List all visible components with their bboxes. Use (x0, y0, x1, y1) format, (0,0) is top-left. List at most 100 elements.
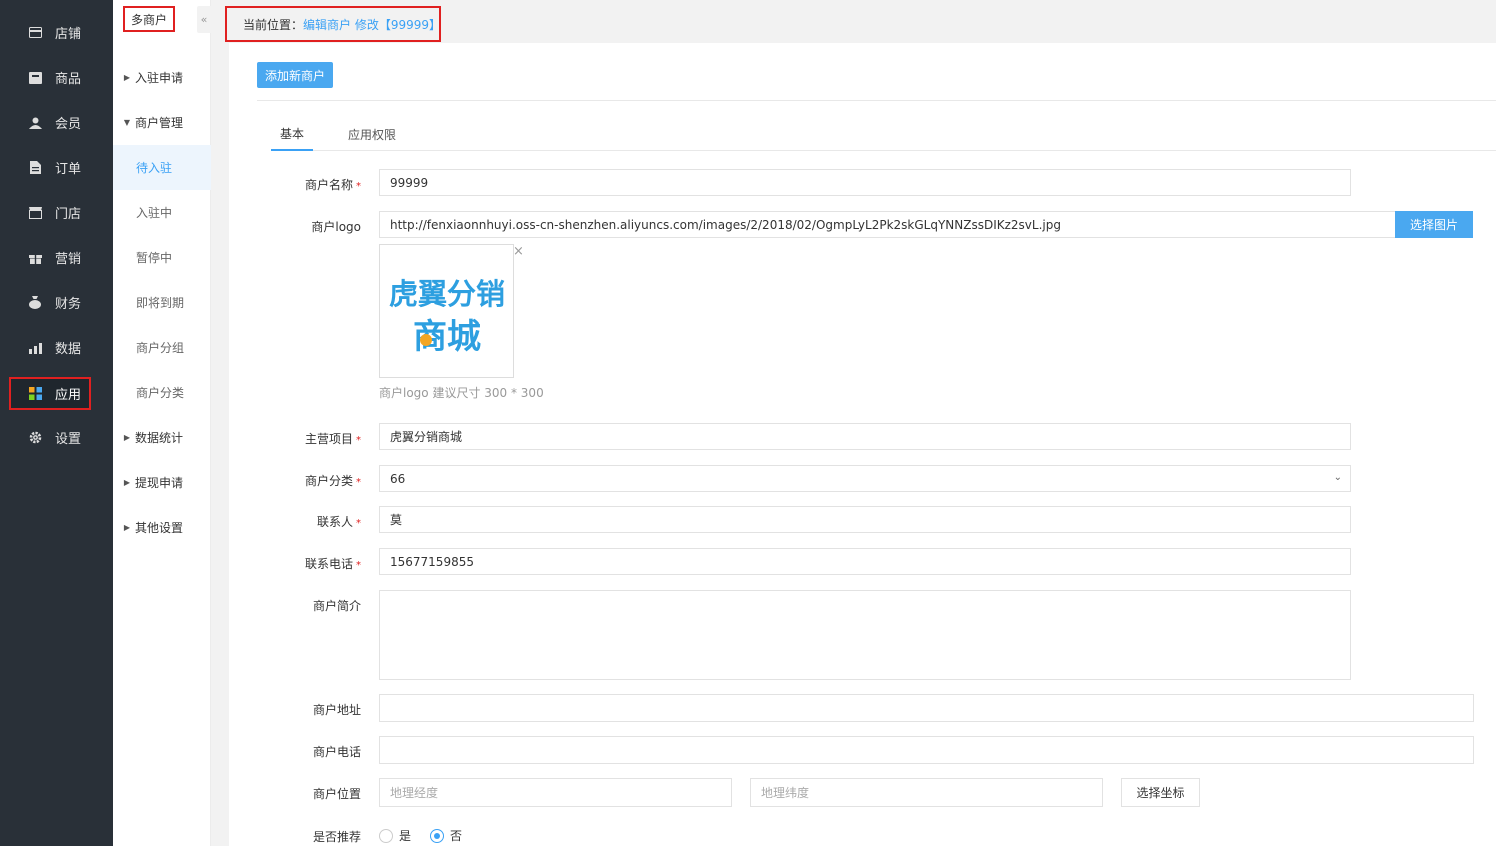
remove-logo-icon[interactable]: × (513, 244, 524, 259)
goods-icon (28, 71, 42, 85)
sidebar-item-label: 店铺 (55, 27, 82, 42)
category-selected-value: 66 (390, 471, 406, 486)
address-label: 商户地址 (312, 703, 361, 717)
sidebar-item-label: 营销 (55, 252, 82, 267)
shop-icon (28, 206, 42, 220)
sidebar-item-goods[interactable]: 商品 (0, 55, 113, 100)
main-business-label: 主营项目 * (229, 430, 361, 447)
contact-input[interactable]: 莫 (379, 506, 1351, 533)
contact-label: 联系人 * (229, 513, 361, 530)
money-bag-icon (28, 296, 42, 310)
radio-label: 否 (450, 829, 463, 843)
apps-grid-icon (28, 387, 42, 401)
sidebar-item-finance[interactable]: 财务 (0, 280, 113, 325)
sidebar-item-label: 设置 (55, 432, 82, 447)
address-input[interactable] (379, 694, 1474, 722)
main-sidebar: 店铺 商品 会员 订单 门店 营销 财务 数据 应用 设置 (0, 0, 113, 846)
main-business-label-text: 主营项目 (304, 432, 353, 446)
order-icon (28, 161, 42, 175)
required-mark: * (356, 477, 361, 488)
required-mark: * (356, 560, 361, 571)
submenu-item-label: 商户管理 (135, 116, 184, 130)
submenu-item-label: 入驻申请 (135, 71, 184, 85)
intro-textarea[interactable] (379, 590, 1351, 680)
merchant-name-input[interactable]: 99999 (379, 169, 1351, 196)
submenu-item-label: 提现申请 (135, 476, 184, 490)
location-label: 商户位置 (312, 787, 361, 801)
member-icon (28, 116, 42, 130)
tab-basic[interactable]: 基本 (271, 118, 313, 151)
submenu-item-label: 商户分组 (136, 341, 185, 355)
logo-text-line1: 虎翼分销 (388, 277, 504, 311)
sidebar-item-label: 订单 (55, 162, 82, 177)
submenu-item-label: 暂停中 (136, 251, 173, 265)
category-label: 商户分类 * (229, 472, 361, 489)
submenu-item-label: 其他设置 (135, 521, 184, 535)
recommend-yes-radio[interactable]: 是 (379, 827, 411, 844)
phone-input[interactable]: 15677159855 (379, 548, 1351, 575)
submenu-item-in-progress[interactable]: 入驻中 (113, 190, 211, 235)
caret-right-icon: ▶ (123, 523, 130, 532)
required-mark: * (356, 518, 361, 529)
bar-chart-icon (28, 341, 42, 355)
store-icon (28, 26, 42, 40)
longitude-input[interactable]: 地理经度 (379, 778, 732, 807)
submenu-item-other-settings[interactable]: ▶ 其他设置 (113, 505, 211, 550)
radio-circle-selected (430, 828, 444, 843)
submenu-item-paused[interactable]: 暂停中 (113, 235, 211, 280)
submenu-item-statistics[interactable]: ▶ 数据统计 (113, 415, 211, 460)
breadcrumb-prefix: 当前位置： (243, 17, 304, 32)
caret-right-icon: ▶ (123, 433, 130, 442)
radio-label: 是 (399, 829, 412, 843)
logo-accent-dot (419, 334, 432, 346)
sidebar-item-label: 门店 (55, 207, 82, 222)
submenu-item-groups[interactable]: 商户分组 (113, 325, 211, 370)
breadcrumb-link[interactable]: 编辑商户 修改【99999】 (303, 16, 441, 33)
logo-label: 商户logo (311, 220, 361, 234)
submenu-item-apply[interactable]: ▶ 入驻申请 (113, 55, 211, 100)
tab-bar: 基本 应用权限 (271, 118, 1496, 151)
merchant-tel-label: 商户电话 (312, 745, 361, 759)
submenu-item-label: 入驻中 (136, 206, 173, 220)
phone-label-text: 联系电话 (304, 557, 353, 571)
caret-right-icon: ▶ (123, 73, 130, 82)
sidebar-item-shop[interactable]: 门店 (0, 190, 113, 235)
logo-preview: 虎翼分销 商城 (379, 244, 514, 378)
logo-url-input[interactable]: http://fenxiaonnhuyi.oss-cn-shenzhen.ali… (379, 211, 1396, 238)
sidebar-item-marketing[interactable]: 营销 (0, 235, 113, 280)
sidebar-item-member[interactable]: 会员 (0, 100, 113, 145)
caret-down-icon: ▼ (123, 118, 130, 127)
recommend-no-radio[interactable]: 否 (430, 827, 462, 844)
sidebar-item-apps[interactable]: 应用 (9, 377, 91, 410)
submenu-item-pending[interactable]: 待入驻 (113, 145, 211, 190)
logo-image: 虎翼分销 商城 (388, 277, 504, 357)
logo-size-hint: 商户logo 建议尺寸 300 * 300 (379, 386, 544, 400)
sidebar-item-label: 商品 (55, 72, 82, 87)
choose-image-button[interactable]: 选择图片 (1395, 211, 1473, 238)
submenu-item-categories[interactable]: 商户分类 (113, 370, 211, 415)
submenu-item-expiring[interactable]: 即将到期 (113, 280, 211, 325)
secondary-menu: 多商户 ▶ 入驻申请 ▼ 商户管理 待入驻 入驻中 暂停中 即将到期 商户分组 商户… (113, 0, 211, 846)
phone-label: 联系电话 * (229, 555, 361, 572)
main-business-input[interactable]: 虎翼分销商城 (379, 423, 1351, 450)
submenu-item-withdraw[interactable]: ▶ 提现申请 (113, 460, 211, 505)
sidebar-item-store[interactable]: 店铺 (0, 10, 113, 55)
divider (257, 100, 1496, 101)
latitude-input[interactable]: 地理纬度 (750, 778, 1103, 807)
sidebar-item-data[interactable]: 数据 (0, 325, 113, 370)
collapse-menu-button[interactable]: « (197, 6, 211, 33)
category-label-text: 商户分类 (304, 474, 353, 488)
category-select[interactable]: 66 ⌄ (379, 465, 1351, 492)
submenu-item-label: 商户分类 (136, 386, 185, 400)
sidebar-item-label: 数据 (55, 342, 82, 357)
sidebar-item-settings[interactable]: 设置 (0, 415, 113, 460)
main-content: 当前位置： 编辑商户 修改【99999】 添加新商户 基本 应用权限 商户名称 *… (225, 0, 1496, 846)
submenu-item-merchant-manage[interactable]: ▼ 商户管理 (113, 100, 211, 145)
add-merchant-button[interactable]: 添加新商户 (257, 62, 333, 88)
merchant-tel-input[interactable] (379, 736, 1474, 764)
sidebar-item-label: 应用 (55, 388, 82, 403)
sidebar-item-order[interactable]: 订单 (0, 145, 113, 190)
choose-coordinates-button[interactable]: 选择坐标 (1121, 778, 1200, 807)
tab-app-permissions[interactable]: 应用权限 (341, 118, 403, 151)
submenu-item-label: 即将到期 (136, 296, 185, 310)
